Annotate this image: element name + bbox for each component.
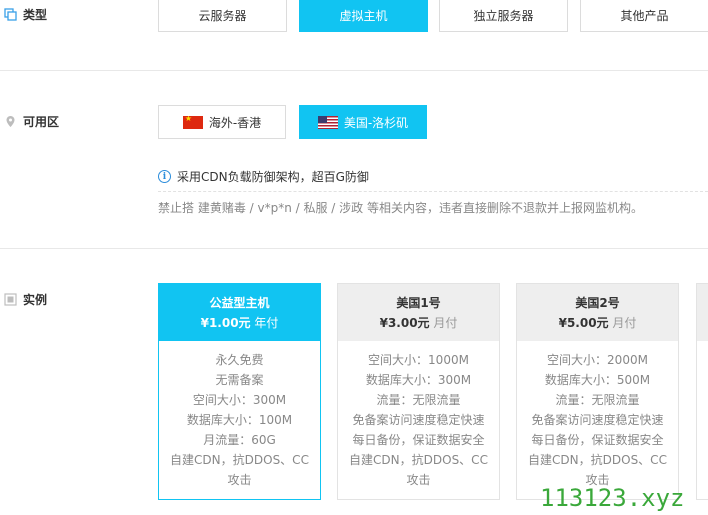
type-label-text: 类型 <box>23 8 48 22</box>
option-label: 海外-香港 <box>208 115 262 130</box>
feature-item: 月流量：60G <box>203 433 276 447</box>
content-warning: 禁止搭 建黄赌毒 / v*p*n / 私服 / 涉政 等相关内容，违者直接删除不… <box>158 201 643 215</box>
card-header <box>697 284 708 341</box>
feature-item: 自建CDN，抗DDOS、CC <box>528 453 667 467</box>
feature-item: 流量：无限流量 <box>376 393 461 407</box>
price-amount: ¥3.00元 <box>379 316 430 330</box>
plan-card-partial[interactable] <box>696 283 708 500</box>
plan-price: ¥3.00元 月付 <box>380 314 458 331</box>
billing-cycle: 月付 <box>433 316 458 330</box>
type-section-label: 类型 <box>4 6 47 23</box>
notice-text: 采用CDN负载防御架构，超百G防御 <box>177 170 369 184</box>
card-features: 空间大小：2000M 数据库大小：500M 流量：无限流量 免备案访问速度稳定快… <box>517 341 678 490</box>
plan-card-us1[interactable]: 美国1号 ¥3.00元 月付 空间大小：1000M 数据库大小：300M 流量：… <box>337 283 500 500</box>
billing-cycle: 年付 <box>254 316 279 330</box>
feature-item: 攻击 <box>227 473 252 487</box>
type-option-other-products[interactable]: 其他产品 <box>580 0 708 32</box>
type-option-cloud-server[interactable]: 云服务器 <box>158 0 287 32</box>
card-header: 美国2号 ¥5.00元 月付 <box>517 284 678 341</box>
dashed-divider <box>158 191 708 192</box>
zone-section-label: 可用区 <box>4 113 59 130</box>
feature-item: 无需备案 <box>215 373 264 387</box>
feature-item: 空间大小：2000M <box>547 353 648 367</box>
feature-item: 每日备份，保证数据安全 <box>531 433 664 447</box>
feature-item: 免备案访问速度稳定快速 <box>352 413 485 427</box>
feature-item: 永久免费 <box>215 353 264 367</box>
feature-item: 每日备份，保证数据安全 <box>352 433 485 447</box>
feature-item: 数据库大小：100M <box>186 413 293 427</box>
option-label: 其他产品 <box>620 8 669 23</box>
feature-item: 攻击 <box>406 473 431 487</box>
china-flag-icon <box>182 115 203 129</box>
feature-item: 自建CDN，抗DDOS、CC <box>170 453 309 467</box>
feature-item: 自建CDN，抗DDOS、CC <box>349 453 488 467</box>
plan-name: 美国1号 <box>396 296 441 310</box>
feature-item: 空间大小：300M <box>192 393 287 407</box>
feature-item: 免备案访问速度稳定快速 <box>531 413 664 427</box>
card-header: 美国1号 ¥3.00元 月付 <box>338 284 499 341</box>
instance-section-label: 实例 <box>4 291 47 308</box>
divider <box>0 248 708 249</box>
option-label: 云服务器 <box>198 8 247 23</box>
zone-label-text: 可用区 <box>23 115 60 129</box>
billing-cycle: 月付 <box>612 316 637 330</box>
usa-flag-icon <box>317 115 338 129</box>
card-features: 空间大小：1000M 数据库大小：300M 流量：无限流量 免备案访问速度稳定快… <box>338 341 499 490</box>
plan-card-public-welfare[interactable]: 公益型主机 ¥1.00元 年付 永久免费 无需备案 空间大小：300M 数据库大… <box>158 283 321 500</box>
type-option-dedicated-server[interactable]: 独立服务器 <box>439 0 568 32</box>
feature-item: 空间大小：1000M <box>368 353 469 367</box>
option-label: 独立服务器 <box>473 8 534 23</box>
plan-card-us2[interactable]: 美国2号 ¥5.00元 月付 空间大小：2000M 数据库大小：500M 流量：… <box>516 283 679 500</box>
plan-name: 公益型主机 <box>209 296 270 310</box>
price-amount: ¥1.00元 <box>200 316 251 330</box>
type-option-virtual-host[interactable]: 虚拟主机 <box>299 0 428 32</box>
divider <box>0 70 708 71</box>
option-label: 美国-洛杉矶 <box>343 115 409 130</box>
feature-item: 数据库大小：500M <box>544 373 651 387</box>
instance-icon <box>4 293 17 306</box>
zone-option-los-angeles[interactable]: 美国-洛杉矶 <box>299 105 427 139</box>
feature-item: 流量：无限流量 <box>555 393 640 407</box>
option-label: 虚拟主机 <box>339 8 388 23</box>
plan-name: 美国2号 <box>575 296 620 310</box>
zone-option-hongkong[interactable]: 海外-香港 <box>158 105 286 139</box>
location-pin-icon <box>6 116 15 127</box>
plan-price: ¥5.00元 月付 <box>559 314 637 331</box>
card-header: 公益型主机 ¥1.00元 年付 <box>159 284 320 341</box>
info-icon: i <box>158 170 171 183</box>
card-features: 永久免费 无需备案 空间大小：300M 数据库大小：100M 月流量：60G 自… <box>159 341 320 490</box>
price-amount: ¥5.00元 <box>558 316 609 330</box>
server-icon <box>4 8 17 21</box>
feature-item: 数据库大小：300M <box>365 373 472 387</box>
watermark: 113123.xyz <box>540 484 685 512</box>
cdn-notice: i 采用CDN负载防御架构，超百G防御 <box>158 168 369 185</box>
plan-price: ¥1.00元 年付 <box>201 314 279 331</box>
instance-label-text: 实例 <box>23 293 48 307</box>
